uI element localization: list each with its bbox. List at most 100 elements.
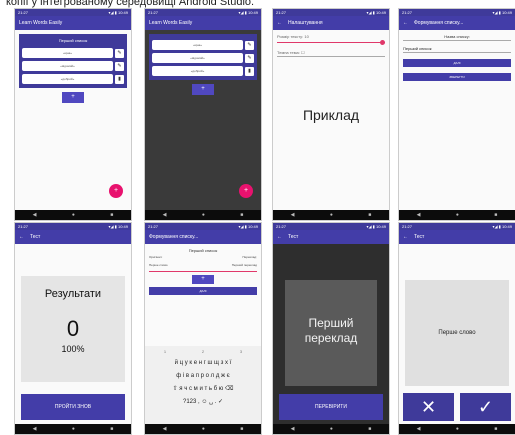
word-pill[interactable]: «добрий»	[152, 66, 243, 76]
add-word-button[interactable]: +	[62, 92, 84, 103]
nav-bar: ◀ ● ■	[273, 210, 389, 220]
keyboard-row[interactable]: ⇧ я ч с м и т ь б ю ⌫	[146, 382, 260, 395]
keyboard-row[interactable]: ?123 , ☺ ␣ . ✓	[146, 395, 260, 408]
recent-icon[interactable]: ■	[494, 212, 497, 218]
word-row[interactable]: Перше слово Перший переклад	[145, 261, 261, 269]
flashcard[interactable]: Перше слово	[405, 280, 509, 386]
score-value: 0	[66, 316, 80, 341]
back-icon[interactable]: ◀	[291, 212, 295, 218]
back-icon[interactable]: ◀	[33, 426, 37, 432]
home-icon[interactable]: ●	[456, 212, 459, 218]
back-arrow-icon[interactable]: ←	[277, 16, 282, 30]
status-time: 21:27	[402, 10, 413, 15]
status-time: 21:27	[148, 224, 159, 229]
font-size-slider[interactable]	[277, 40, 385, 45]
delete-icon[interactable]: ▮	[245, 66, 254, 76]
home-icon[interactable]: ●	[72, 212, 75, 218]
list-item[interactable]: «добрий» ▮	[22, 74, 124, 84]
home-icon[interactable]: ●	[72, 426, 75, 432]
status-time: 21:27	[18, 10, 29, 15]
list-name-value[interactable]: Перший список	[399, 42, 515, 51]
word-pill[interactable]: «ціна»	[22, 48, 113, 58]
suggestion[interactable]: 2	[202, 348, 204, 356]
recent-icon[interactable]: ■	[110, 212, 113, 218]
list-item[interactable]: «добрий» ▮	[152, 66, 254, 76]
back-icon[interactable]: ◀	[163, 212, 167, 218]
app-bar: ← Тест	[273, 230, 389, 244]
app-bar: Learn Words Easily	[145, 16, 261, 30]
home-icon[interactable]: ●	[330, 212, 333, 218]
status-time: 21:27	[276, 10, 287, 15]
nav-bar: ◀ ● ■	[399, 424, 515, 434]
list-item[interactable]: «відомий» ✎	[152, 53, 254, 63]
list-card[interactable]: «ціна» ✎ «відомий» ✎ «добрий» ▮	[149, 34, 257, 80]
keyboard-row[interactable]: й ц у к е н г ш щ з х ї	[146, 356, 260, 369]
recent-icon[interactable]: ■	[110, 426, 113, 432]
word-pill[interactable]: «добрий»	[22, 74, 113, 84]
list-item[interactable]: «ціна» ✎	[152, 40, 254, 50]
edit-icon[interactable]: ✎	[115, 61, 124, 71]
save-button[interactable]: ЗБЕРЕГТИ	[403, 73, 511, 81]
home-icon[interactable]: ●	[202, 426, 205, 432]
keys[interactable]: ф і в а п р о л д ж є	[146, 373, 260, 379]
back-arrow-icon[interactable]: ←	[19, 230, 24, 244]
back-arrow-icon[interactable]: ←	[403, 16, 408, 30]
wrong-button[interactable]: ✕	[403, 393, 454, 421]
home-icon[interactable]: ●	[202, 212, 205, 218]
back-icon[interactable]: ◀	[417, 212, 421, 218]
app-bar: ← Тест	[15, 230, 131, 244]
recent-icon[interactable]: ■	[494, 426, 497, 432]
back-icon[interactable]: ◀	[291, 426, 295, 432]
screen-results: 21:27 ▾◢ ▮ 10:49 ← Тест Результати 0 100% …	[14, 222, 132, 435]
recent-icon[interactable]: ■	[240, 212, 243, 218]
keyboard[interactable]: 1 2 3 й ц у к е н г ш щ з х ї ф і в а п р …	[145, 346, 261, 424]
recent-icon[interactable]: ■	[368, 426, 371, 432]
answer-buttons: ✕ ✓	[403, 393, 511, 421]
next-button[interactable]: ДАЛІ	[149, 287, 257, 295]
dark-theme-label[interactable]: Темна тема: ☐	[273, 46, 389, 55]
back-arrow-icon[interactable]: ←	[403, 230, 408, 244]
word-pill[interactable]: «ціна»	[152, 40, 243, 50]
back-icon[interactable]: ◀	[163, 426, 167, 432]
fab-add-button[interactable]: +	[239, 184, 253, 198]
edit-icon[interactable]: ✎	[115, 48, 124, 58]
edit-icon[interactable]: ✎	[245, 40, 254, 50]
fab-add-button[interactable]: +	[109, 184, 123, 198]
list-input-line[interactable]	[403, 52, 511, 53]
keyboard-suggestions[interactable]: 1 2 3	[146, 348, 260, 356]
slider-knob[interactable]	[380, 40, 385, 45]
add-word-button[interactable]: +	[192, 84, 214, 95]
delete-icon[interactable]: ▮	[115, 74, 124, 84]
suggestion[interactable]: 1	[164, 348, 166, 356]
add-word-button[interactable]: +	[192, 275, 214, 284]
list-item[interactable]: «відомий» ✎	[22, 61, 124, 71]
edit-icon[interactable]: ✎	[245, 53, 254, 63]
word-pill[interactable]: «відомий»	[22, 61, 113, 71]
suggestion[interactable]: 3	[240, 348, 242, 356]
check-button[interactable]: ПЕРЕВІРИТИ	[279, 394, 383, 420]
recent-icon[interactable]: ■	[240, 426, 243, 432]
status-bar: 21:27 ▾◢ ▮ 10:49	[15, 9, 131, 16]
home-icon[interactable]: ●	[456, 426, 459, 432]
keys[interactable]: й ц у к е н г ш щ з х ї	[146, 360, 260, 366]
list-name-label: Назва списку:	[444, 34, 470, 39]
home-icon[interactable]: ●	[330, 426, 333, 432]
back-icon[interactable]: ◀	[33, 212, 37, 218]
list-card[interactable]: Перший список «ціна» ✎ «відомий» ✎ «добрий…	[19, 34, 127, 88]
name-input-line[interactable]	[403, 40, 511, 41]
list-item[interactable]: «ціна» ✎	[22, 48, 124, 58]
keyboard-row[interactable]: ф і в а п р о л д ж є	[146, 369, 260, 382]
screen-settings: 21:27 ▾◢ ▮ 10:49 ← Налаштування Розмір тек…	[272, 8, 390, 221]
flashcard[interactable]: Перший переклад	[285, 280, 377, 386]
back-icon[interactable]: ◀	[417, 426, 421, 432]
keys[interactable]: ?123 , ☺ ␣ . ✓	[146, 398, 260, 405]
original-word[interactable]: Перше слово	[149, 263, 168, 267]
recent-icon[interactable]: ■	[368, 212, 371, 218]
right-button[interactable]: ✓	[460, 393, 511, 421]
back-arrow-icon[interactable]: ←	[277, 230, 282, 244]
retry-button[interactable]: ПРОЙТИ ЗНОВ	[21, 394, 125, 420]
keys[interactable]: ⇧ я ч с м и т ь б ю ⌫	[146, 385, 260, 392]
translation-word[interactable]: Перший переклад	[232, 263, 257, 267]
next-button[interactable]: ДАЛІ	[403, 59, 511, 67]
word-pill[interactable]: «відомий»	[152, 53, 243, 63]
